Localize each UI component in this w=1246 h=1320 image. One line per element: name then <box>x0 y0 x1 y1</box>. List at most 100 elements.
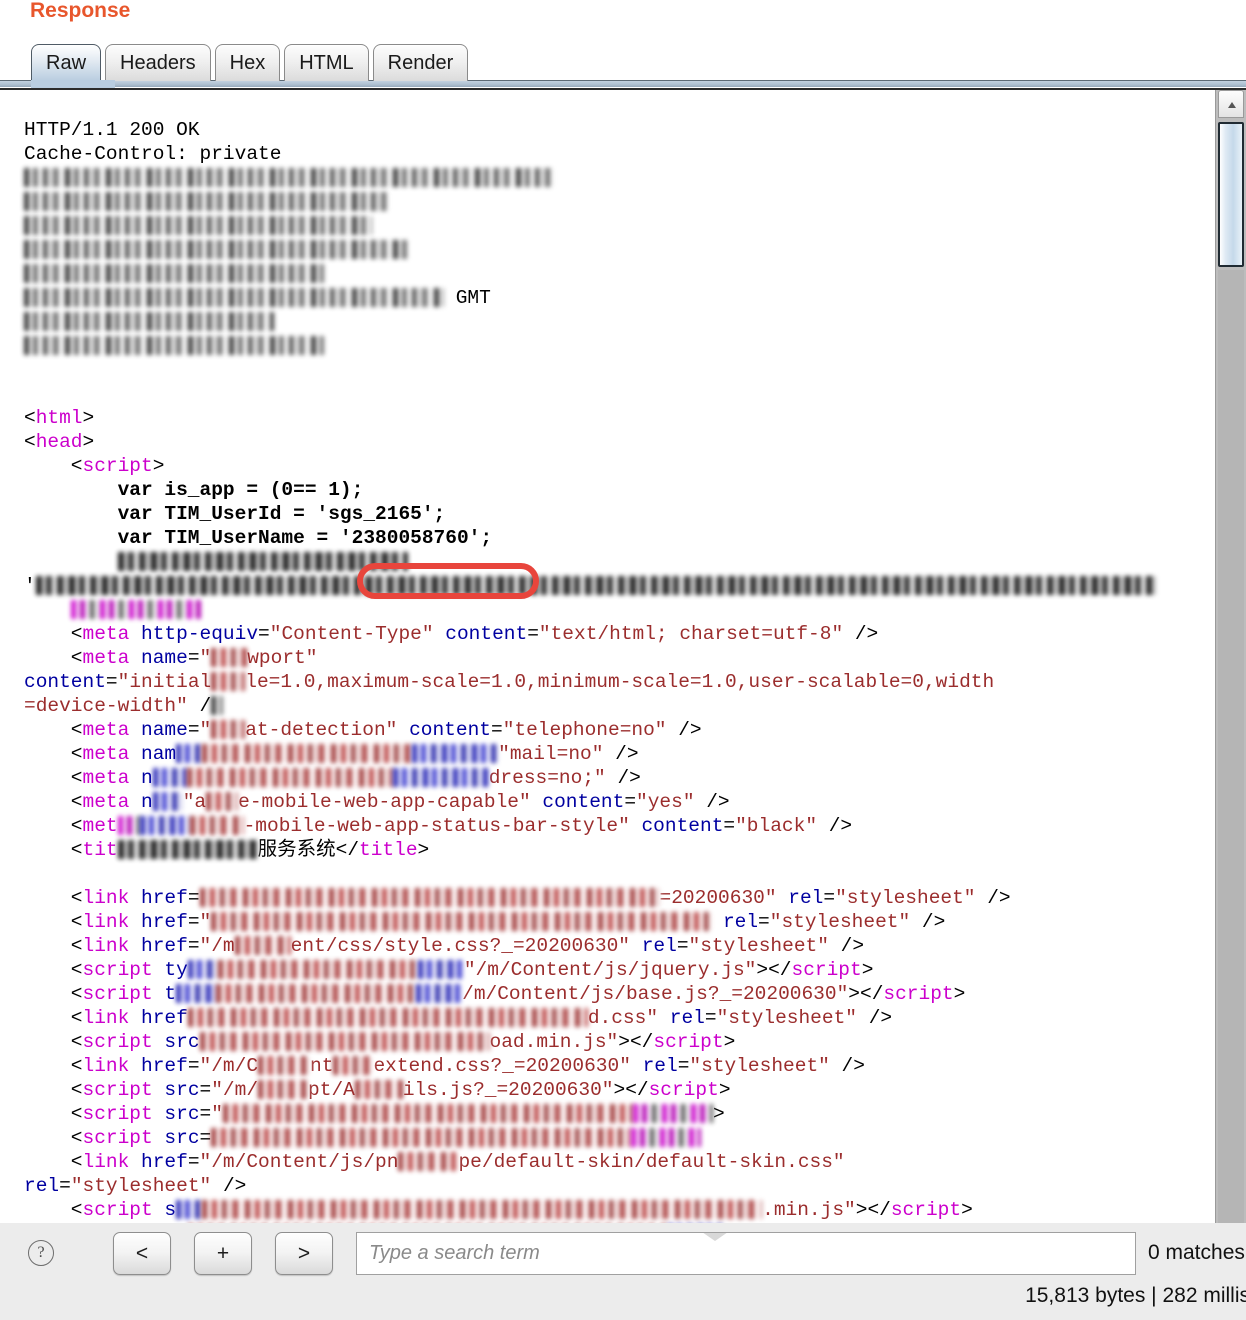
response-body-viewer[interactable]: HTTP/1.1 200 OK Cache-Control: private GM… <box>0 88 1246 1225</box>
code-token: name <box>141 646 188 669</box>
page-title: Response <box>30 0 131 22</box>
code-token: script <box>82 1198 153 1221</box>
redacted-text <box>416 983 463 1003</box>
code-line: <meta nam "mail=no" /> <box>0 742 1214 766</box>
code-line: ' <box>0 574 1214 598</box>
redacted-text <box>24 167 554 187</box>
help-icon[interactable]: ? <box>28 1240 54 1266</box>
tab-render[interactable]: Render <box>372 44 469 81</box>
code-token: = <box>258 622 270 645</box>
code-token: content <box>24 670 106 693</box>
redacted-text <box>186 767 393 787</box>
previous-match-button[interactable]: < <box>113 1232 171 1275</box>
code-token: script <box>791 958 862 981</box>
code-line: GMT <box>0 286 1214 310</box>
redacted-text <box>187 1007 588 1027</box>
code-token: s <box>164 1198 177 1221</box>
redacted-text <box>35 575 1156 595</box>
code-token: > <box>82 406 95 429</box>
code-token: html <box>35 406 83 429</box>
code-token: = <box>199 1078 212 1101</box>
code-token: script <box>648 1078 719 1101</box>
code-token: meta <box>82 646 130 669</box>
code-line <box>0 550 1214 574</box>
code-token: < <box>70 742 83 765</box>
redacted-text <box>199 1031 490 1051</box>
code-token: > <box>718 1078 731 1101</box>
redacted-text <box>211 647 248 667</box>
redacted-text <box>152 791 183 811</box>
code-line: <script s .min.js"></script> <box>0 1198 1214 1222</box>
redacted-text <box>152 767 187 787</box>
code-token: = <box>704 1006 717 1029</box>
code-token: "/m/Content/js/jquery.js" <box>463 958 757 981</box>
redacted-text <box>24 287 444 307</box>
scrollbar-thumb[interactable] <box>1218 122 1244 267</box>
code-token: < <box>70 934 83 957</box>
code-token: src <box>164 1078 200 1101</box>
code-token: tit <box>82 838 118 861</box>
code-token: "/m/C <box>199 1054 259 1077</box>
code-line: Cache-Control: private <box>0 142 1214 166</box>
code-token: < <box>70 646 83 669</box>
code-token: /> <box>843 622 879 645</box>
code-token: = <box>823 886 836 909</box>
code-token: /> <box>603 742 639 765</box>
raw-response-text[interactable]: HTTP/1.1 200 OK Cache-Control: private GM… <box>0 110 1214 1225</box>
code-token: ></ <box>848 982 884 1005</box>
code-token: meta <box>82 766 130 789</box>
code-line: content="initial le=1.0,maximum-scale=1.0… <box>0 670 1214 694</box>
code-token: > <box>417 838 430 861</box>
redacted-text <box>211 1127 632 1147</box>
vertical-scrollbar[interactable] <box>1215 90 1246 1223</box>
code-token: t <box>164 982 177 1005</box>
code-token: < <box>70 910 83 933</box>
redacted-text <box>222 1103 633 1123</box>
search-input[interactable]: Type a search term <box>356 1232 1136 1275</box>
code-token: /> <box>694 790 730 813</box>
code-token: /> <box>857 1006 893 1029</box>
code-token: = <box>187 910 200 933</box>
code-token: = <box>187 886 200 909</box>
code-token: extend.css?_=20200630" <box>373 1054 631 1077</box>
code-token: = <box>490 718 503 741</box>
redacted-text <box>117 839 258 859</box>
tab-hex[interactable]: Hex <box>214 44 281 81</box>
redacted-text <box>258 1055 311 1075</box>
redacted-text <box>211 719 246 739</box>
code-line <box>0 190 1214 214</box>
tab-headers[interactable]: Headers <box>105 44 211 81</box>
code-token: n <box>141 766 153 789</box>
code-token: link <box>82 1006 130 1029</box>
next-match-button[interactable]: > <box>275 1232 333 1275</box>
code-line: rel="stylesheet" /> <box>0 1174 1214 1198</box>
code-token: < <box>70 838 83 861</box>
add-search-button[interactable]: + <box>194 1232 252 1275</box>
status-bar-label: 15,813 bytes | 282 millis <box>1025 1284 1246 1307</box>
redacted-text <box>412 743 499 763</box>
redacted-text <box>176 983 217 1003</box>
code-line <box>0 262 1214 286</box>
scroll-up-arrow-icon[interactable] <box>1218 90 1244 118</box>
code-token: pt/A <box>308 1078 355 1101</box>
code-token: script <box>82 982 153 1005</box>
code-line: HTTP/1.1 200 OK <box>0 118 1214 142</box>
tab-raw[interactable]: Raw <box>31 44 102 81</box>
scrollbar-track[interactable] <box>1218 270 1244 1223</box>
tab-html[interactable]: HTML <box>284 44 369 81</box>
redacted-text <box>24 335 324 355</box>
tab-strip-underline <box>0 80 1246 87</box>
code-token: href <box>141 1054 188 1077</box>
code-token: /> <box>605 766 641 789</box>
code-token: < <box>24 406 36 429</box>
code-token: = <box>187 718 200 741</box>
code-token: = <box>677 1054 690 1077</box>
redacted-text <box>202 1199 763 1219</box>
code-token: Cache-Control: private <box>24 142 282 165</box>
code-line: <html> <box>0 406 1214 430</box>
